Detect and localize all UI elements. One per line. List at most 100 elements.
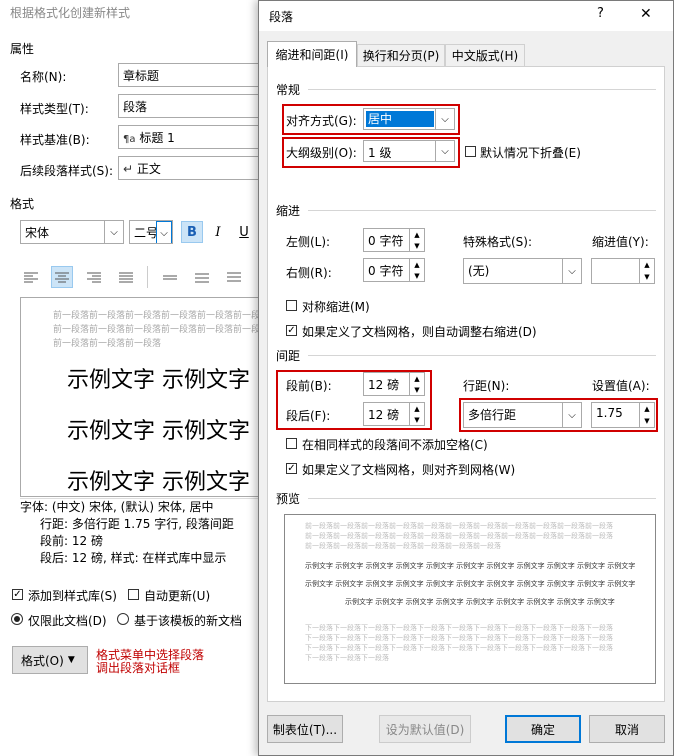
cancel-button[interactable]: 取消 (589, 715, 665, 743)
special-format-select[interactable]: (无) ⌵ (463, 258, 582, 284)
chevron-down-icon: ⌵ (156, 221, 172, 243)
set-default-button[interactable]: 设为默认值(D) (379, 715, 471, 743)
align-right-icon[interactable] (83, 266, 105, 288)
font-size-value: 二号 (134, 226, 159, 240)
next-style-value: 正文 (136, 162, 161, 176)
format-button-label: 格式(O) (21, 653, 64, 668)
title-bar: 段落 ? ✕ (259, 1, 673, 31)
close-icon[interactable]: ✕ (640, 6, 652, 22)
no-space-same-style-label: 在相同样式的段落间不添加空格(C) (302, 438, 488, 452)
single-spacing-icon[interactable] (159, 266, 181, 288)
right-indent-label: 右侧(R): (286, 266, 332, 280)
tab-panel: 常规 对齐方式(G): 居中 ⌵ 大纲级别(O): 1 级 ⌵ 默认情况下折叠(… (267, 66, 665, 702)
align-center-icon[interactable] (51, 266, 73, 288)
bold-button[interactable]: B (181, 221, 203, 243)
format-header: 格式 (10, 197, 35, 211)
auto-update-checkbox[interactable] (128, 589, 139, 600)
style-base-label: 样式基准(B): (20, 133, 90, 147)
highlight-spacing (276, 370, 432, 430)
preview-prev-line: 前一段落前一段落前一段落前一段落前一段落前一段落前一段落前一段落前一段落前一段落… (305, 522, 613, 530)
underline-button[interactable]: U (233, 221, 255, 243)
snap-to-grid-label: 如果定义了文档网格，则对齐到网格(W) (302, 463, 516, 477)
paragraph-preview: 前一段落前一段落前一段落前一段落前一段落前一段落前一段落前一段落前一段落前一段落… (284, 514, 656, 684)
desc-line: 行距: 多倍行距 1.75 字行, 段落间距 (40, 517, 234, 531)
font-select[interactable]: 宋体 ⌵ (20, 220, 124, 244)
auto-update-label: 自动更新(U) (144, 589, 211, 603)
indent-by-input[interactable]: ▲ ▼ (591, 258, 655, 284)
spinner-icon[interactable]: ▲ ▼ (409, 229, 424, 251)
left-indent-value: 0 字符 (368, 234, 404, 248)
preview-header: 预览 (276, 492, 301, 506)
preview-prev-line: 前一段落前一段落前一段落前一段落前一段落前一段落 (53, 325, 267, 335)
tab-asian-typography[interactable]: 中文版式(H) (445, 44, 525, 66)
preview-next-line: 下一段落下一段落下一段落下一段落下一段落下一段落下一段落下一段落下一段落下一段落… (305, 624, 613, 632)
add-to-gallery-label: 添加到样式库(S) (28, 589, 117, 603)
next-style-select[interactable]: ↵ 正文 (118, 156, 266, 180)
dialog-title: 段落 (269, 10, 294, 24)
special-format-label: 特殊格式(S): (463, 235, 533, 249)
preview-sample-line: 示例文字 示例文字 (67, 419, 250, 444)
style-base-value: 标题 1 (139, 131, 175, 145)
format-menu-button[interactable]: 格式(O) ▼ (12, 646, 88, 674)
style-type-select[interactable]: 段落 (118, 94, 266, 118)
preview-prev-line: 前一段落前一段落前一段落 (53, 339, 162, 349)
help-button[interactable]: ? (597, 6, 604, 21)
style-description: 字体: (中文) 宋体, (默认) 宋体, 居中 行距: 多倍行距 1.75 字… (20, 498, 266, 571)
mirror-indent-checkbox[interactable] (286, 300, 297, 311)
spacing-at-label: 设置值(A): (592, 379, 650, 393)
chevron-down-icon: ⌵ (562, 259, 581, 283)
dialog-title: 根据格式化创建新样式 (10, 6, 131, 20)
add-to-gallery-checkbox[interactable]: ✓ (12, 589, 23, 600)
tabs-button[interactable]: 制表位(T)... (267, 715, 343, 743)
divider (308, 355, 656, 356)
double-spacing-icon[interactable] (223, 266, 245, 288)
no-space-same-style-checkbox[interactable] (286, 438, 297, 449)
spinner-icon[interactable]: ▲ ▼ (639, 259, 654, 283)
right-indent-value: 0 字符 (368, 264, 404, 278)
highlight-alignment (282, 104, 460, 135)
mirror-indent-label: 对称缩进(M) (302, 300, 370, 314)
create-style-dialog: 根据格式化创建新样式 属性 名称(N): 章标题 样式类型(T): 段落 样式基… (0, 0, 267, 756)
name-input[interactable]: 章标题 (118, 63, 266, 87)
ok-button[interactable]: 确定 (505, 715, 581, 743)
indent-by-label: 缩进值(Y): (592, 235, 649, 249)
style-base-select[interactable]: ¶a 标题 1 (118, 125, 266, 149)
divider (308, 498, 656, 499)
highlight-line-spacing (459, 398, 658, 432)
left-indent-input[interactable]: 0 字符 ▲ ▼ (363, 228, 425, 252)
only-this-doc-radio[interactable] (11, 613, 23, 625)
tab-line-page-breaks[interactable]: 换行和分页(P) (357, 44, 445, 66)
collapse-default-checkbox[interactable] (465, 146, 476, 157)
auto-adjust-right-checkbox[interactable]: ✓ (286, 325, 297, 336)
spinner-icon[interactable]: ▲ ▼ (409, 259, 424, 281)
justify-icon[interactable] (115, 266, 137, 288)
preview-sample-line: 示例文字 示例文字 示例文字 示例文字 示例文字 示例文字 示例文字 示例文字 … (345, 598, 615, 606)
font-value: 宋体 (25, 226, 50, 240)
return-icon: ↵ (123, 162, 134, 176)
italic-button[interactable]: I (207, 221, 229, 243)
desc-line: 字体: (中文) 宋体, (默认) 宋体, 居中 (20, 500, 214, 514)
one-half-spacing-icon[interactable] (191, 266, 213, 288)
paragraph-style-icon: ¶a (123, 134, 136, 145)
only-this-doc-label: 仅限此文档(D) (28, 614, 107, 628)
divider (308, 89, 656, 90)
align-left-icon[interactable] (20, 266, 42, 288)
preview-prev-line: 前一段落前一段落前一段落前一段落前一段落前一段落前一段落前一段落前一段落前一段落… (305, 532, 613, 540)
preview-next-line: 下一段落下一段落下一段落下一段落下一段落下一段落下一段落下一段落下一段落下一段落… (305, 644, 613, 652)
next-style-label: 后续段落样式(S): (20, 164, 114, 178)
right-indent-input[interactable]: 0 字符 ▲ ▼ (363, 258, 425, 282)
auto-adjust-right-label: 如果定义了文档网格，则自动调整右缩进(D) (302, 325, 537, 339)
preview-sample-line: 示例文字 示例文字 示例文字 示例文字 示例文字 示例文字 示例文字 示例文字 … (305, 562, 636, 570)
style-preview: 前一段落前一段落前一段落前一段落前一段落前一段落 前一段落前一段落前一段落前一段… (20, 297, 267, 497)
tab-indent-spacing[interactable]: 缩进和间距(I) (267, 41, 357, 67)
left-indent-label: 左侧(L): (286, 235, 331, 249)
collapse-default-label: 默认情况下折叠(E) (480, 146, 581, 160)
properties-header: 属性 (10, 42, 35, 56)
font-size-select[interactable]: 二号 ⌵ (129, 220, 173, 244)
highlight-outline (282, 137, 460, 168)
new-docs-template-radio[interactable] (117, 613, 129, 625)
annotation-line: 调出段落对话框 (96, 661, 181, 675)
chevron-down-icon: ⌵ (104, 221, 123, 243)
snap-to-grid-checkbox[interactable]: ✓ (286, 463, 297, 474)
new-docs-template-label: 基于该模板的新文档 (134, 614, 243, 628)
